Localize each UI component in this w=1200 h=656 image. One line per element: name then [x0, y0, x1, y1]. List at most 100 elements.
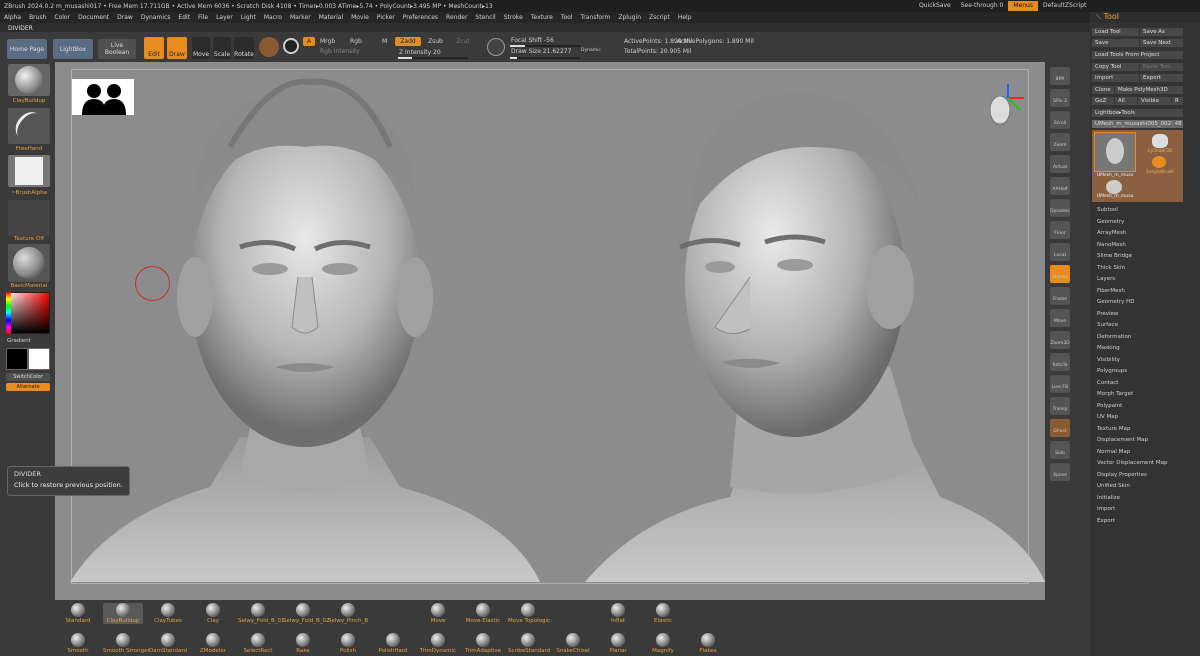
menu-texture[interactable]: Texture: [527, 14, 557, 21]
lightbox-button[interactable]: LightBox: [53, 39, 93, 59]
rightshelf-xpose[interactable]: Xpose: [1050, 463, 1070, 481]
alpha-selector[interactable]: [8, 155, 50, 187]
zsub-toggle[interactable]: Zsub: [428, 38, 443, 45]
tool-subpalette-layers[interactable]: Layers: [1097, 276, 1115, 282]
dynamic-size-icon[interactable]: [487, 38, 505, 56]
edit-button[interactable]: Edit: [144, 37, 164, 59]
menu-alpha[interactable]: Alpha: [0, 14, 25, 21]
tool-subpalette-visibility[interactable]: Visibility: [1097, 357, 1120, 363]
brush-zmodeler[interactable]: ZModeler: [193, 633, 233, 654]
switch-color-button[interactable]: SwitchColor: [6, 373, 50, 381]
quicksave-button[interactable]: QuickSave: [914, 1, 956, 11]
copy-tool-button[interactable]: Copy Tool: [1092, 63, 1139, 71]
rightshelf-bpr[interactable]: BPR: [1050, 67, 1070, 85]
navigation-head-gizmo[interactable]: [980, 80, 1030, 136]
brush-move-elastic[interactable]: Move Elastic: [463, 603, 503, 624]
brush-rake[interactable]: Rake: [283, 633, 323, 654]
rightshelf-scroll[interactable]: Scroll: [1050, 111, 1070, 129]
save-next-button[interactable]: Save Next: [1140, 39, 1183, 47]
load-tool-button[interactable]: Load Tool: [1092, 28, 1139, 36]
brush-standard[interactable]: Standard: [58, 603, 98, 624]
menu-document[interactable]: Document: [74, 14, 113, 21]
rightshelf-gizmo[interactable]: Gizmo: [1050, 265, 1070, 283]
m-toggle[interactable]: M: [382, 38, 387, 45]
live-boolean-button[interactable]: Live Boolean: [98, 39, 136, 59]
brush-claybuildup[interactable]: ClayBuildup: [103, 603, 143, 624]
menu-stencil[interactable]: Stencil: [471, 14, 499, 21]
save-button[interactable]: Save: [1092, 39, 1139, 47]
tool-subpalette-geometry[interactable]: Geometry: [1097, 219, 1124, 225]
draw-button[interactable]: Draw: [167, 37, 187, 59]
z-intensity-track[interactable]: [398, 57, 468, 59]
make-polymesh3d-button[interactable]: Make PolyMesh3D: [1115, 86, 1183, 94]
tool-subpalette-masking[interactable]: Masking: [1097, 345, 1120, 351]
save-as-button[interactable]: Save As: [1140, 28, 1183, 36]
paste-tool-button[interactable]: Paste Tool: [1140, 63, 1183, 71]
focal-shift-track[interactable]: [510, 45, 580, 47]
tool-subpalette-display-properties[interactable]: Display Properties: [1097, 472, 1147, 478]
menu-stroke[interactable]: Stroke: [500, 14, 527, 21]
alternate-button[interactable]: Alternate: [6, 383, 50, 391]
mrgb-toggle[interactable]: Mrgb: [320, 38, 335, 45]
tool-subpalette-nanomesh[interactable]: NanoMesh: [1097, 242, 1126, 248]
draw-size-slider[interactable]: Draw Size 21.62277: [511, 48, 571, 55]
menu-zscript[interactable]: Zscript: [645, 14, 674, 21]
rotate-button[interactable]: Rotate: [234, 37, 254, 59]
secondary-color-swatch[interactable]: [28, 348, 50, 370]
brush-polish[interactable]: Polish: [328, 633, 368, 654]
dynamic-toggle[interactable]: Dynamic: [581, 48, 601, 53]
import-button[interactable]: Import: [1092, 74, 1139, 82]
focal-shift-slider[interactable]: Focal Shift -56: [511, 37, 554, 44]
rightshelf-actual[interactable]: Actual: [1050, 155, 1070, 173]
brush-trimadaptive[interactable]: TrimAdaptive: [463, 633, 503, 654]
simplebrush-thumb-icon[interactable]: [1152, 156, 1166, 168]
gizmo-icon[interactable]: [259, 37, 279, 57]
brush-selector[interactable]: [8, 64, 50, 96]
see-through-slider[interactable]: See-through 0: [956, 1, 1009, 11]
front-head-sculpt[interactable]: [70, 77, 540, 587]
brush-elastic[interactable]: Elastic: [643, 603, 683, 624]
gradient-toggle[interactable]: Gradient: [7, 338, 31, 344]
zcut-toggle[interactable]: Zcut: [456, 38, 470, 45]
brush-flakes[interactable]: Flakes: [688, 633, 728, 654]
tool-subpalette-import[interactable]: Import: [1097, 506, 1115, 512]
brush-clay[interactable]: Clay: [193, 603, 233, 624]
brush-selwy-fold-b-01[interactable]: Selwy_Fold_B_01: [238, 603, 285, 624]
menu-movie[interactable]: Movie: [347, 14, 373, 21]
three-quarter-head-sculpt[interactable]: [580, 77, 1050, 587]
tool-subpalette-thick-skin[interactable]: Thick Skin: [1097, 265, 1125, 271]
rgb-intensity-slider[interactable]: Rgb Intensity: [320, 48, 360, 55]
menu-layer[interactable]: Layer: [212, 14, 237, 21]
rightshelf-dynamic-persp[interactable]: Dynamic Persp: [1050, 199, 1070, 217]
goz-visible-button[interactable]: Visible: [1138, 97, 1171, 105]
menus-toggle[interactable]: Menus: [1008, 1, 1038, 11]
tool-subpalette-displacement-map[interactable]: Displacement Map: [1097, 437, 1148, 443]
tool-subpalette-texture-map[interactable]: Texture Map: [1097, 426, 1131, 432]
menu-file[interactable]: File: [194, 14, 212, 21]
brush-smooth-stronger[interactable]: Smooth Stronger: [103, 633, 150, 654]
rightshelf-spix-3[interactable]: SPix 3: [1050, 89, 1070, 107]
rightshelf-line-fill-polyf[interactable]: Line Fill PolyF: [1050, 375, 1070, 393]
polyframe-icon[interactable]: [283, 38, 299, 54]
move-button[interactable]: Move: [192, 37, 210, 59]
scale-button[interactable]: Scale: [213, 37, 231, 59]
tool-subpalette-initialize[interactable]: Initialize: [1097, 495, 1120, 501]
rightshelf-zoom[interactable]: Zoom: [1050, 133, 1070, 151]
rightshelf-aahalf[interactable]: AAHalf: [1050, 177, 1070, 195]
head-tool-thumbnail[interactable]: [1094, 132, 1136, 172]
menu-preferences[interactable]: Preferences: [399, 14, 442, 21]
rgb-toggle[interactable]: Rgb: [350, 38, 362, 45]
tool-subpalette-fibermesh[interactable]: FiberMesh: [1097, 288, 1125, 294]
menu-edit[interactable]: Edit: [174, 14, 194, 21]
brush-polishhard[interactable]: PolishHard: [373, 633, 413, 654]
tool-subpalette-preview[interactable]: Preview: [1097, 311, 1118, 317]
cylinder-thumb-icon[interactable]: [1152, 134, 1168, 148]
rightshelf-floor[interactable]: Floor: [1050, 221, 1070, 239]
viewport-canvas[interactable]: [55, 62, 1045, 600]
tool-subpalette-deformation[interactable]: Deformation: [1097, 334, 1131, 340]
tool-subpalette-unified-skin[interactable]: Unified Skin: [1097, 483, 1130, 489]
main-color-swatch[interactable]: [6, 348, 28, 370]
a-toggle[interactable]: A: [303, 37, 315, 46]
tool-subpalette-polygroups[interactable]: Polygroups: [1097, 368, 1127, 374]
menu-material[interactable]: Material: [315, 14, 347, 21]
